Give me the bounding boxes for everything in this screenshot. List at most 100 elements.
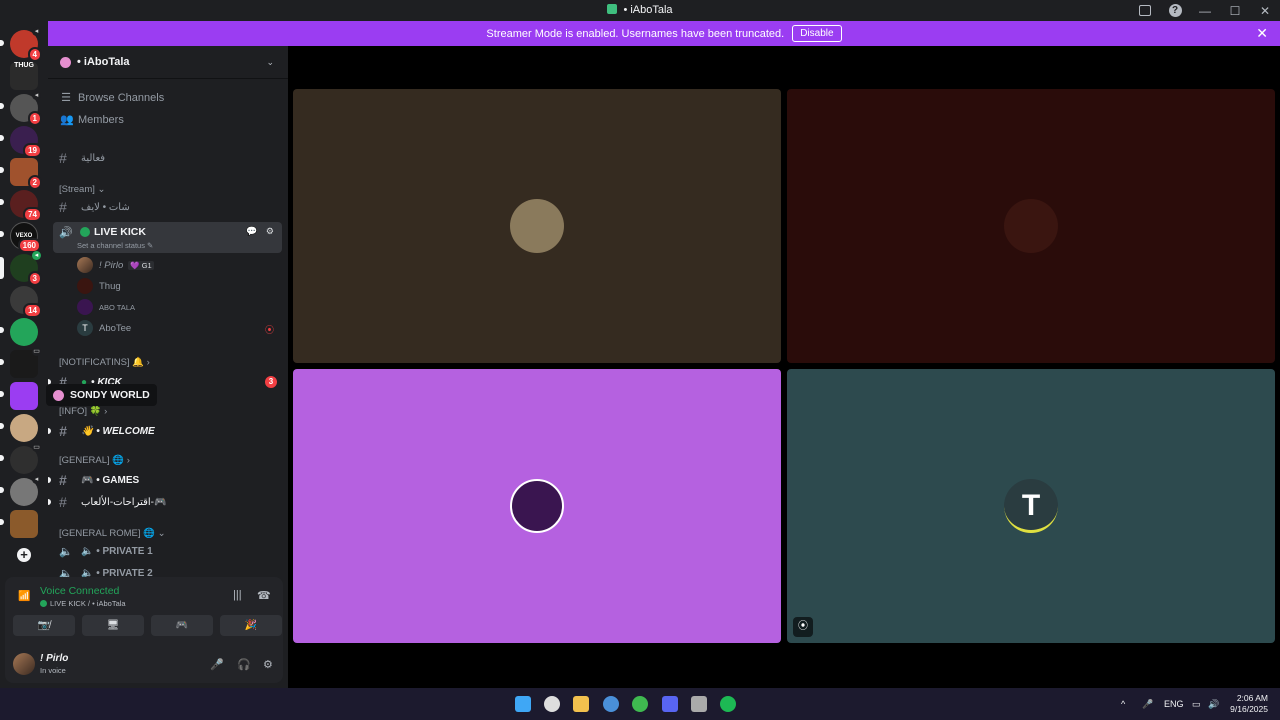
hash-icon: # — [59, 423, 67, 439]
voice-user[interactable]: T AboTee — [77, 320, 131, 336]
unread-pill — [0, 455, 4, 461]
inbox-icon[interactable] — [1130, 0, 1160, 21]
app-icon — [607, 4, 618, 14]
channel-fa3aliya[interactable]: # فعالية — [59, 150, 105, 166]
disable-streamer-mode-button[interactable]: Disable — [792, 25, 842, 42]
server-icon[interactable]: 74 — [10, 190, 42, 222]
server-icon[interactable]: 14 — [10, 286, 42, 318]
voice-channel-private-1[interactable]: 🔈 🔈 • PRIVATE 1 — [59, 545, 153, 558]
disconnect-icon[interactable]: ☎ — [257, 589, 271, 602]
search-icon[interactable] — [544, 696, 560, 712]
server-icon[interactable]: ▭ — [10, 443, 41, 474]
guild-header[interactable]: • iAboTala ⌄ — [48, 46, 288, 79]
file-explorer-icon[interactable] — [573, 696, 589, 712]
category-stream[interactable]: [Stream] ⌄ — [59, 184, 106, 195]
channel-action-icons[interactable]: 💬 ⚙ — [246, 226, 277, 237]
banner-text: Streamer Mode is enabled. Usernames have… — [486, 27, 785, 40]
close-banner-icon[interactable]: ✕ — [1256, 25, 1268, 42]
channel-suggestions[interactable]: # اقتراحات-الألعاب-🎮 — [59, 494, 166, 510]
members-link[interactable]: 👥 Members — [60, 113, 124, 127]
server-icon[interactable] — [10, 414, 38, 442]
channel-welcome[interactable]: # 👋 • WELCOME — [59, 423, 155, 439]
volume-icon[interactable]: 🔊 — [1208, 688, 1219, 720]
activity-button[interactable]: 🎮 — [151, 615, 213, 636]
channel-status-text[interactable]: Set a channel status ✎ — [77, 241, 153, 250]
tray-overflow-icon[interactable]: ^ — [1121, 688, 1125, 720]
maximize-button[interactable]: ☐ — [1220, 0, 1250, 21]
voice-connected-subtitle[interactable]: LIVE KICK / • iAboTala — [40, 599, 126, 608]
noise-suppression-icon[interactable]: ||| — [233, 589, 242, 601]
discord-icon[interactable] — [662, 696, 678, 712]
minimize-button[interactable]: — — [1190, 0, 1220, 21]
app-icon[interactable] — [750, 696, 766, 712]
chrome-icon[interactable] — [603, 696, 619, 712]
video-tile[interactable]: T ⦿ — [787, 369, 1275, 643]
unity-icon[interactable] — [691, 696, 707, 712]
signal-icon[interactable]: 📶 — [18, 591, 30, 602]
screen-share-button[interactable]: 🖥 — [82, 615, 144, 636]
unread-pill — [0, 103, 4, 109]
server-icon[interactable]: 19 — [10, 126, 42, 158]
video-tile[interactable] — [293, 369, 781, 643]
avatar — [510, 199, 564, 253]
voice-channel-path: LIVE KICK / • iAboTala — [50, 599, 126, 608]
user-status: In voice — [40, 666, 66, 675]
browse-channels-label: Browse Channels — [78, 91, 165, 104]
headset-icon[interactable]: 🎧 — [237, 658, 251, 671]
language-indicator[interactable]: ENG — [1164, 688, 1184, 720]
live-stream-icon[interactable]: ⦿ — [793, 617, 813, 637]
unread-pill — [0, 519, 4, 525]
help-icon[interactable]: ? — [1160, 0, 1190, 21]
server-badge: 4 — [27, 47, 42, 62]
server-icon[interactable] — [10, 510, 38, 538]
server-icon[interactable] — [10, 318, 38, 346]
category-general-rome[interactable]: [GENERAL ROME] 🌐 ⌄ — [59, 528, 166, 539]
category-info[interactable]: [INFO] 🍀 › — [59, 406, 107, 417]
video-tile[interactable] — [293, 89, 781, 363]
server-icon[interactable]: THUG — [10, 62, 38, 90]
server-icon[interactable]: ◂ 3 — [10, 251, 42, 286]
server-icon[interactable]: ◂ 4 — [10, 27, 42, 62]
category-general[interactable]: [GENERAL] 🌐 › — [59, 455, 130, 466]
xbox-icon[interactable] — [632, 696, 648, 712]
channel-chat-live[interactable]: # شات • لايف — [59, 199, 130, 215]
voice-connected-title[interactable]: Voice Connected — [40, 585, 119, 597]
microphone-tray-icon[interactable]: 🎤 — [1142, 688, 1153, 720]
user-name[interactable]: ! Pirlo — [40, 653, 68, 664]
channel-games[interactable]: # 🎮 • GAMES — [59, 472, 139, 488]
microphone-icon[interactable]: 🎤 — [210, 658, 224, 671]
server-badge: 2 — [27, 175, 42, 190]
chevron-down-icon[interactable]: ⌄ — [266, 57, 274, 68]
server-icon[interactable]: ◂ 1 — [10, 91, 42, 126]
voice-user[interactable]: ! Pirlo 💜 G1 — [77, 257, 154, 273]
close-window-button[interactable]: ✕ — [1250, 0, 1280, 21]
avatar — [77, 257, 93, 273]
clock[interactable]: 2:06 AM 9/16/2025 — [1230, 693, 1268, 715]
server-badge: 74 — [23, 207, 42, 222]
network-icon[interactable]: ▭ — [1192, 688, 1201, 720]
soundboard-button[interactable]: 🎉 — [220, 615, 282, 636]
selected-pill — [0, 257, 4, 279]
spotify-icon[interactable] — [720, 696, 736, 712]
start-icon[interactable] — [515, 696, 531, 712]
video-tile[interactable] — [787, 89, 1275, 363]
avatar[interactable] — [13, 653, 35, 675]
server-icon[interactable]: 2 — [10, 158, 42, 190]
unread-pill — [48, 499, 51, 505]
server-icon[interactable]: ◂ — [10, 475, 41, 506]
browse-channels-link[interactable]: ☰ Browse Channels — [60, 91, 165, 105]
camera-button[interactable]: 📷̸ — [13, 615, 75, 636]
add-server-button[interactable]: + — [17, 548, 31, 562]
voice-user[interactable]: ABO TALA — [77, 299, 135, 315]
settings-icon[interactable]: ⚙ — [263, 658, 273, 671]
category-notifications[interactable]: [NOTIFICATINS] 🔔 › — [59, 357, 150, 368]
voice-user[interactable]: Thug — [77, 278, 121, 294]
channel-name: شات • لايف — [81, 201, 130, 213]
server-icon-sondy-world[interactable] — [10, 382, 38, 410]
server-icon[interactable]: ▭ — [10, 347, 41, 378]
voice-user-name: AboTee — [99, 322, 132, 334]
hash-icon: # — [59, 494, 67, 510]
server-icon[interactable]: VEXO 160 — [10, 222, 41, 253]
voice-channel-live-kick[interactable]: 🔊 LIVE KICK Set a channel status ✎ 💬 ⚙ — [53, 222, 282, 253]
voice-connected-panel: 📶 Voice Connected LIVE KICK / • iAboTala… — [5, 577, 283, 683]
